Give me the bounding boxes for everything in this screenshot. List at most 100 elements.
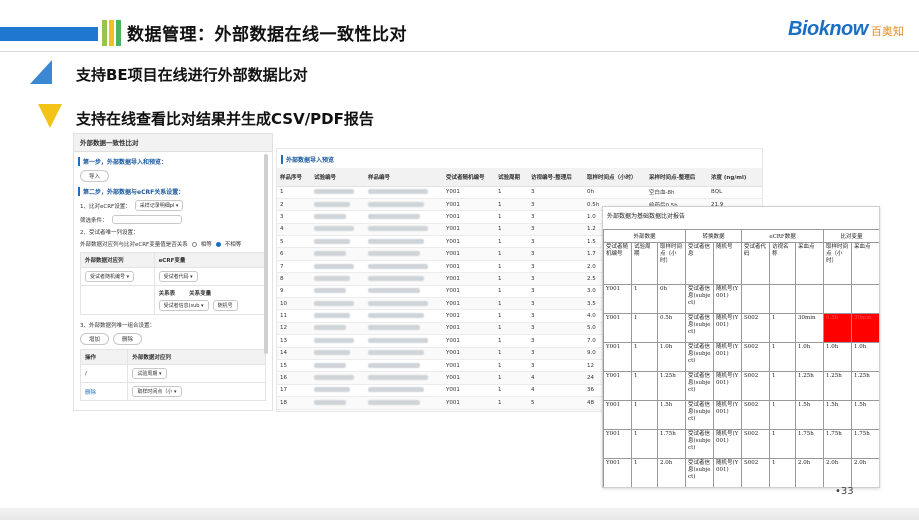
report-cell: 随机号(Y001) [713,458,743,487]
redacted-value [368,300,428,306]
grid-cell [365,347,443,360]
radio-equal-label: 相等 [200,242,212,248]
grid-cell: 3 [277,210,311,224]
report-cell: 2.0h [795,458,825,487]
grid-cell: 17 [277,384,311,398]
grid-column-header: 试验编号 [311,168,365,187]
grid-cell: 0h [584,186,646,199]
grid-cell [311,334,365,348]
logo-text-cn: 百奥知 [870,25,904,38]
grid-cell: Y001 [443,347,495,360]
import-button[interactable]: 导入 [80,170,110,182]
grid-cell: 3 [528,260,584,274]
bullet-point-1: 支持BE项目在线进行外部数据比对 [76,66,308,84]
grid-cell: 18 [277,396,311,410]
report-cell: 随机号(Y001) [713,371,743,401]
table-row: Y001 1 0h 受试者信息(subject) 随机号(Y001) [603,284,879,314]
report-cell: 1.75h [823,429,853,459]
grid-cell [311,396,365,410]
panel-scrollbar[interactable] [264,154,268,354]
add-button[interactable]: 增加 [80,333,110,345]
report-column-header: 取样时间点（小时） [656,242,687,285]
relation-variable-select[interactable]: 随机号 [212,300,238,311]
page-number: •33 [835,486,854,497]
grid-cell: 3 [528,334,584,348]
report-column-header-row: 受试者随机编号 试验周期 取样时间点（小时） 受试者信息 随机号 受试者代码 访视名称 采血点… [603,242,879,285]
redacted-value [368,375,428,381]
relation-table-select[interactable]: 受试者信息(sub ▾ [158,300,209,311]
redacted-value [314,263,354,269]
report-cell: 1.0h [656,342,687,372]
redacted-value [368,399,420,405]
grid-cell: Y001 [443,285,495,299]
report-cell: 1.25h [795,371,825,401]
grid-cell [365,285,443,299]
remove-button[interactable]: 删除 [113,333,143,345]
delete-link[interactable]: 删除 [79,382,129,401]
grid-cell: BQL [708,186,762,199]
grid-cell [365,247,443,261]
grid-cell: 1 [495,235,528,249]
report-cell: S002 [741,342,771,372]
report-cell: 受试者信息(subject) [685,400,715,430]
grid-cell: Y001 [443,186,495,199]
combo-column-select[interactable]: 取样时间点（小 ▾ [132,386,182,397]
grid-cell: 7 [277,260,311,274]
report-group-header: 比对变量 [823,229,879,243]
grid-cell [365,235,443,249]
report-cell: 1.75h [795,429,825,459]
grid-cell: 3 [528,347,584,360]
grid-cell [311,247,365,261]
report-column-header: 采血点 [851,242,879,285]
report-column-header: 试验周期 [631,242,658,285]
grid-cell: Y001 [443,322,495,336]
grid-cell: 3 [528,210,584,224]
radio-equal[interactable] [191,241,197,247]
combo-column-value: 试验周期 [137,371,158,377]
ecrf-form-select[interactable]: 采样记录明细pl ▾ [134,200,184,211]
redacted-value [368,387,424,393]
grid-cell: 3 [528,186,584,199]
report-cell: 1.0h [795,342,825,372]
report-cell: S002 [741,458,771,487]
report-cell: 1 [769,313,797,343]
grid-cell [365,297,443,311]
redacted-value [314,226,354,232]
grid-cell: 3 [528,198,584,212]
mapping-header: eCRF变量 [153,252,267,268]
triangle-bullet-icon [38,104,62,128]
grid-cell: 1 [495,396,528,410]
grid-column-header: 访视编号-整理后 [528,168,584,187]
grid-cell: 空白血-8h [646,186,708,199]
report-cell: 1 [769,400,797,430]
grid-cell [365,210,443,224]
grid-cell: 5 [528,396,584,410]
grid-cell [311,309,365,323]
grid-cell: 1 [495,309,528,323]
report-cell: 1 [631,342,658,372]
report-cell: 2.0h [823,458,853,487]
grid-cell: 1 [495,223,528,237]
header-accent-bar [102,20,107,46]
grid-column-header: 浓度 (ng/ml) [708,168,762,187]
grid-cell: 3 [528,235,584,249]
radio-not-equal[interactable] [215,241,221,247]
unique-combination-table: 操作 外部数据对应列 / 试验周期 ▾ 删除 取样时间点（小 ▾ [79,349,266,401]
relation-question: 外部数据对应列与比对eCRF变量值是否关系 [80,242,188,248]
report-column-header: 取样时间点（小时） [823,242,853,285]
filter-input[interactable] [111,215,182,224]
grid-cell: 5 [277,235,311,249]
external-column-select[interactable]: 受试者随机编号 ▾ [85,271,135,282]
radio-not-equal-label: 不相等 [224,242,242,248]
combo-column-select[interactable]: 试验周期 ▾ [132,368,167,379]
external-column-value: 受试者随机编号 [90,274,126,280]
grid-cell: Y001 [443,396,495,410]
report-cell: 2.0h [851,458,879,487]
grid-column-header: 试验周期 [495,168,528,187]
relation-variable-value: 随机号 [217,303,233,309]
report-cell: 随机号(Y001) [713,400,743,430]
table-row: Y001 1 1.75h 受试者信息(subject) 随机号(Y001) S002 1 1.… [603,429,879,459]
report-cell: 受试者信息(subject) [685,313,715,343]
ecrf-variable-select[interactable]: 受试者代码 ▾ [158,271,198,282]
grid-cell: 1 [495,384,528,398]
